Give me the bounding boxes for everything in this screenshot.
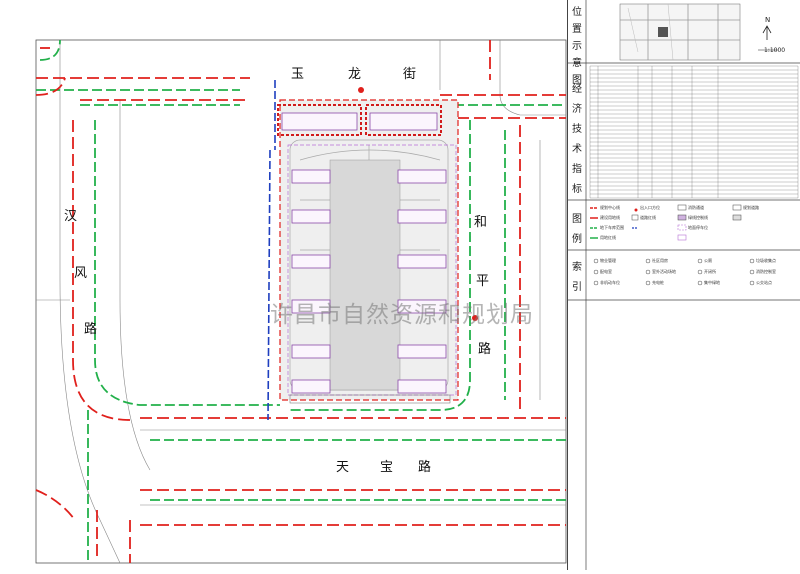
site-plan-map: 玉 龙 街 汉 风 路 和 平 路 天 宝 路 (0, 0, 567, 570)
index-item-label: 集中绿地 (704, 280, 720, 285)
road-west-char-1: 汉 (64, 209, 78, 224)
residential-building (397, 209, 447, 224)
index-symbol-icon (593, 269, 599, 275)
index-item-label: 非机动车位 (600, 280, 620, 285)
legend-item-label: 规划中心线 (600, 205, 620, 210)
title-indicators: 经济技术指标 (572, 84, 582, 195)
index-item-label: 消防控制室 (756, 269, 776, 274)
road-south-char-1: 天 (336, 460, 350, 475)
index-symbol-icon (593, 280, 599, 286)
index-symbol-icon (697, 280, 703, 286)
info-panel: N 位 置 示 意 图 经 济 技 术 指 标 图 例 索 引 1:1000 规… (567, 0, 800, 570)
legend-item-label: 地面停车位 (688, 225, 708, 230)
legend-item-label: 规划道路 (743, 205, 759, 210)
title-legend: 图例 (572, 214, 582, 245)
road-west-char-2: 风 (74, 266, 88, 281)
commercial-building (369, 112, 438, 131)
residential-building (397, 254, 447, 269)
entrance-north-marker (358, 87, 364, 93)
legend-item-label: 出入口方位 (640, 205, 660, 210)
index-symbol-icon (697, 258, 703, 264)
legend-item-label: 用地红线 (600, 235, 616, 240)
road-north-char-1: 玉 (291, 67, 305, 82)
index-item-label: 公厕 (704, 258, 712, 263)
road-west-char-3: 路 (84, 322, 98, 337)
central-plaza (329, 159, 401, 391)
index-item-label: 物业管理 (600, 258, 616, 263)
legend-item-label: 地下车库范围 (600, 225, 624, 230)
location-mini-map: N (619, 3, 778, 61)
index-symbol-icon (749, 280, 755, 286)
north-arrow-icon (762, 25, 772, 40)
index-item-label: 社区用房 (652, 258, 668, 263)
title-index: 索引 (572, 262, 582, 293)
index-symbol-icon (749, 269, 755, 275)
road-south-char-2: 宝 (380, 460, 394, 475)
legend-item-label: 绿线控制线 (688, 215, 708, 220)
index-item-label: 垃圾收集点 (756, 258, 776, 263)
residential-building (291, 344, 331, 359)
residential-building (397, 344, 447, 359)
residential-building (397, 379, 447, 394)
legend-item-label: 消防通道 (688, 205, 704, 210)
residential-building (291, 209, 331, 224)
index-symbol-icon (697, 269, 703, 275)
legend-item-label: 道路红线 (640, 215, 656, 220)
residential-building (291, 169, 331, 184)
index-symbol-icon (645, 269, 651, 275)
index-item-label: 配电室 (600, 269, 612, 274)
plan-drawing: 玉 龙 街 汉 风 路 和 平 路 天 宝 路 许昌市自然资源和规划局 N 位 … (0, 0, 800, 570)
road-south-char-3: 路 (418, 460, 432, 475)
legend-item-label: 建设用地线 (600, 215, 620, 220)
road-east-char-2: 平 (476, 274, 490, 289)
road-east-char-1: 和 (474, 215, 488, 230)
residential-building (397, 169, 447, 184)
index-item-label: 公交站点 (756, 280, 772, 285)
index-symbol-icon (645, 258, 651, 264)
road-east-char-3: 路 (478, 342, 492, 357)
residential-building (291, 254, 331, 269)
index-item-label: 充电桩 (652, 280, 664, 285)
watermark-text: 许昌市自然资源和规划局 (270, 302, 534, 328)
road-north-char-3: 街 (403, 67, 417, 82)
index-symbol-icon (645, 280, 651, 286)
index-symbol-icon (593, 258, 599, 264)
commercial-building (281, 112, 358, 131)
index-item-label: 室外活动场地 (652, 269, 676, 274)
blue-control-line (267, 80, 276, 421)
residential-building (291, 379, 331, 394)
road-north-char-2: 龙 (348, 67, 362, 82)
indicators-table (589, 65, 799, 199)
index-symbol-icon (749, 258, 755, 264)
title-location: 位置示意图 (572, 7, 582, 86)
index-item-label: 开闭所 (704, 269, 716, 274)
scale-label: 1:1000 (764, 47, 786, 54)
north-arrow-label: N (765, 16, 770, 24)
